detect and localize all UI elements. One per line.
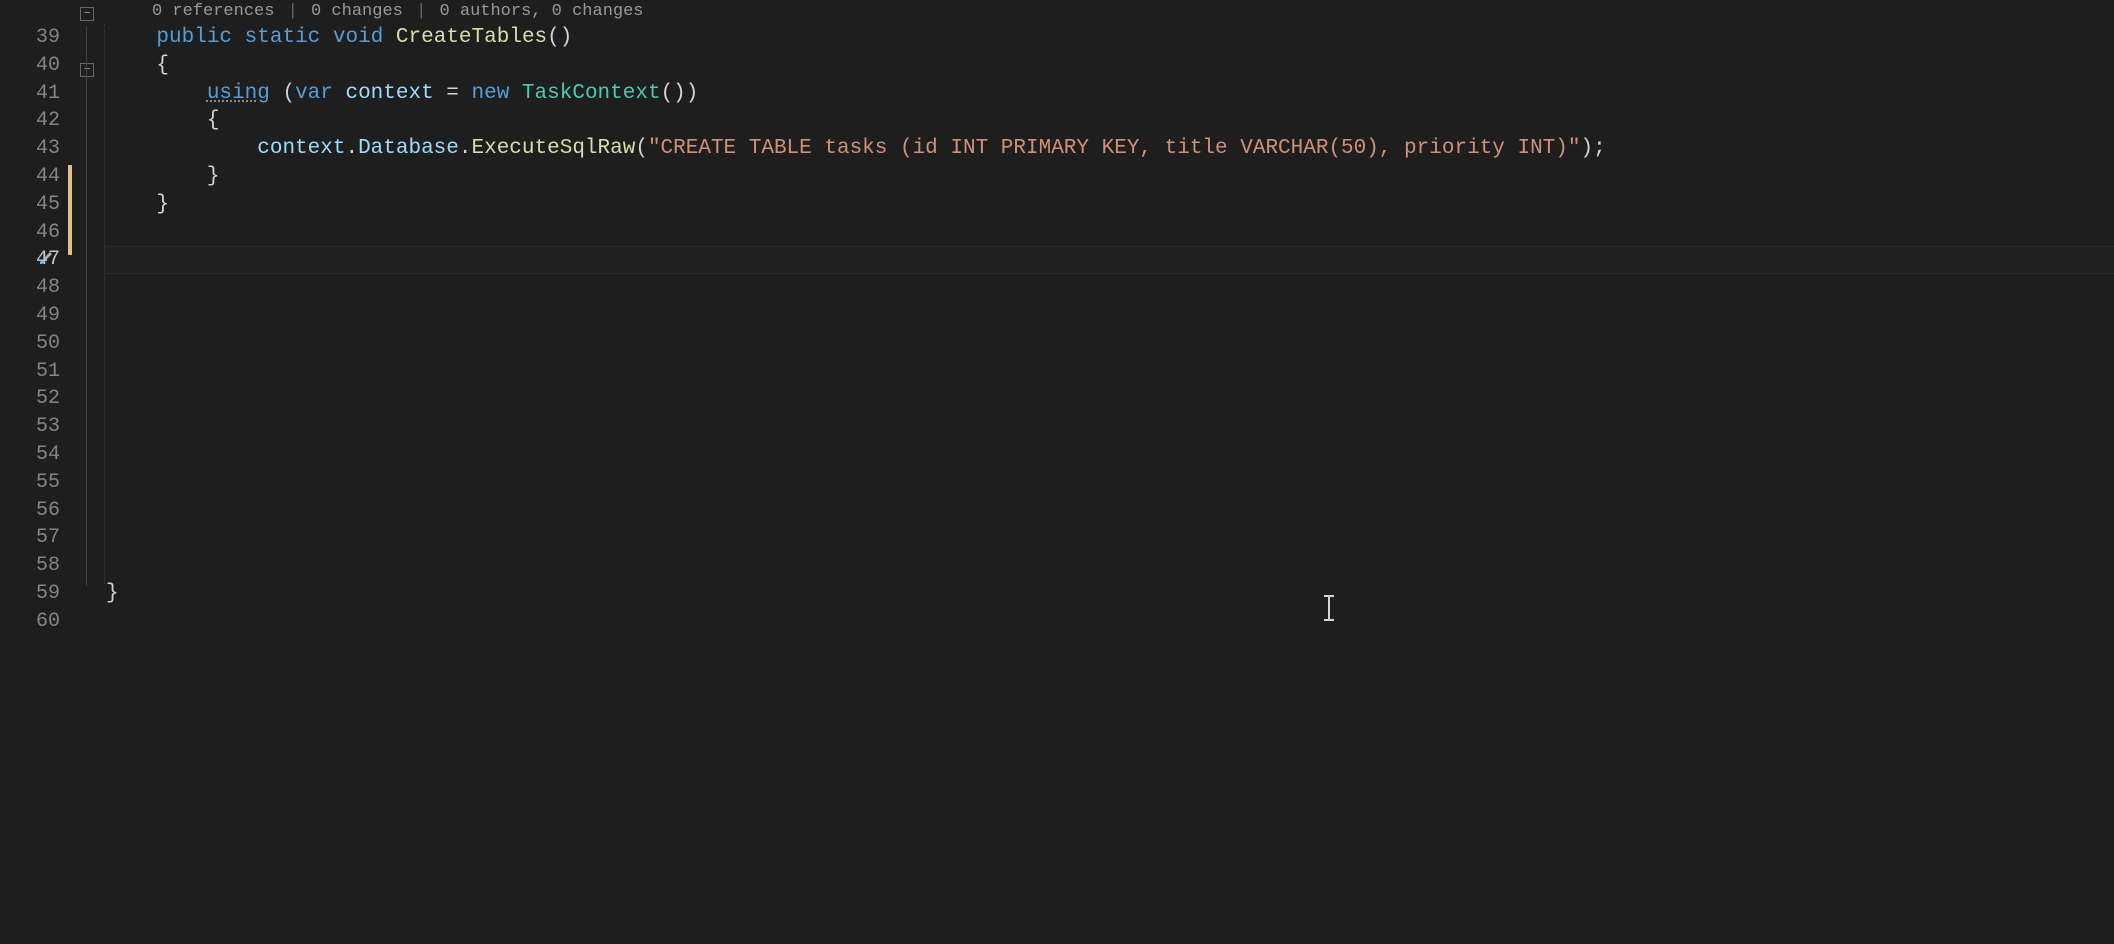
- line-number: 60: [0, 608, 60, 636]
- code-line[interactable]: [106, 274, 2114, 302]
- string-literal: "CREATE TABLE tasks (id INT PRIMARY KEY,…: [648, 137, 1581, 160]
- type-name: TaskContext: [509, 82, 660, 105]
- code-line[interactable]: {: [106, 52, 2114, 80]
- keyword: void: [333, 26, 383, 49]
- folding-column: − −: [74, 0, 106, 944]
- codelens-separator: |: [288, 2, 298, 21]
- property: Database: [358, 137, 459, 160]
- line-number: 42: [0, 107, 60, 135]
- code-line[interactable]: }: [106, 191, 2114, 219]
- line-number: 41: [0, 80, 60, 108]
- punct: (: [270, 82, 295, 105]
- fold-toggle[interactable]: −: [80, 63, 94, 77]
- line-number: 43: [0, 135, 60, 163]
- brace: }: [207, 165, 220, 188]
- line-number: 44: [0, 163, 60, 191]
- code-line[interactable]: [106, 608, 2114, 636]
- code-line[interactable]: [106, 552, 2114, 580]
- code-line[interactable]: [106, 497, 2114, 525]
- line-number-gutter: 39 40 41 42 43 44 45 46 47 48 49 50 51 5…: [0, 0, 68, 944]
- indent-guide: [104, 24, 105, 584]
- codelens-bar[interactable]: 0 references | 0 changes | 0 authors, 0 …: [106, 0, 2114, 24]
- keyword: public: [156, 26, 232, 49]
- code-line[interactable]: [106, 302, 2114, 330]
- codelens-separator: |: [416, 2, 426, 21]
- code-line[interactable]: [106, 330, 2114, 358]
- method-call: ExecuteSqlRaw: [472, 137, 636, 160]
- code-content[interactable]: 0 references | 0 changes | 0 authors, 0 …: [106, 0, 2114, 944]
- code-line[interactable]: }: [106, 580, 2114, 608]
- code-line[interactable]: {: [106, 107, 2114, 135]
- line-number: 48: [0, 274, 60, 302]
- punct: .: [459, 137, 472, 160]
- line-number: 49: [0, 302, 60, 330]
- punct: .: [345, 137, 358, 160]
- line-number: 57: [0, 524, 60, 552]
- line-number: 56: [0, 497, 60, 525]
- line-number: 58: [0, 552, 60, 580]
- code-line[interactable]: [106, 413, 2114, 441]
- line-number: 54: [0, 441, 60, 469]
- variable: context: [333, 82, 446, 105]
- code-editor[interactable]: 39 40 41 42 43 44 45 46 47 48 49 50 51 5…: [0, 0, 2114, 944]
- keyword: var: [295, 82, 333, 105]
- line-number: 46: [0, 219, 60, 247]
- brace: }: [156, 193, 169, 216]
- variable: context: [257, 137, 345, 160]
- line-number: 51: [0, 358, 60, 386]
- code-line-active[interactable]: [106, 246, 2114, 274]
- brace: }: [106, 582, 119, 605]
- code-line[interactable]: [106, 358, 2114, 386]
- code-line[interactable]: using (var context = new TaskContext()): [106, 80, 2114, 108]
- line-number: 52: [0, 385, 60, 413]
- modified-marker: [68, 165, 72, 255]
- brace: {: [207, 109, 220, 132]
- punct: );: [1581, 137, 1606, 160]
- code-line[interactable]: [106, 469, 2114, 497]
- line-number: 45: [0, 191, 60, 219]
- line-number: 50: [0, 330, 60, 358]
- punct: ()): [661, 82, 699, 105]
- line-number: 40: [0, 52, 60, 80]
- codelens-changes[interactable]: 0 changes: [311, 2, 403, 21]
- code-line[interactable]: }: [106, 163, 2114, 191]
- codelens-authors[interactable]: 0 authors, 0 changes: [439, 2, 643, 21]
- codelens-references[interactable]: 0 references: [152, 2, 274, 21]
- keyword: using: [207, 82, 270, 105]
- keyword: new: [472, 82, 510, 105]
- brace: {: [156, 54, 169, 77]
- line-number: 55: [0, 469, 60, 497]
- code-line[interactable]: context.Database.ExecuteSqlRaw("CREATE T…: [106, 135, 2114, 163]
- code-line[interactable]: public static void CreateTables(): [106, 24, 2114, 52]
- operator: =: [446, 82, 471, 105]
- code-line[interactable]: [106, 441, 2114, 469]
- code-line[interactable]: [106, 219, 2114, 247]
- code-line[interactable]: [106, 385, 2114, 413]
- line-number: 39: [0, 24, 60, 52]
- method-name: CreateTables: [396, 26, 547, 49]
- line-number-active: 47: [0, 246, 60, 274]
- code-line[interactable]: [106, 524, 2114, 552]
- punct: (): [547, 26, 572, 49]
- fold-toggle[interactable]: −: [80, 7, 94, 21]
- keyword: static: [245, 26, 321, 49]
- punct: (: [635, 137, 648, 160]
- line-number: 53: [0, 413, 60, 441]
- line-number: 59: [0, 580, 60, 608]
